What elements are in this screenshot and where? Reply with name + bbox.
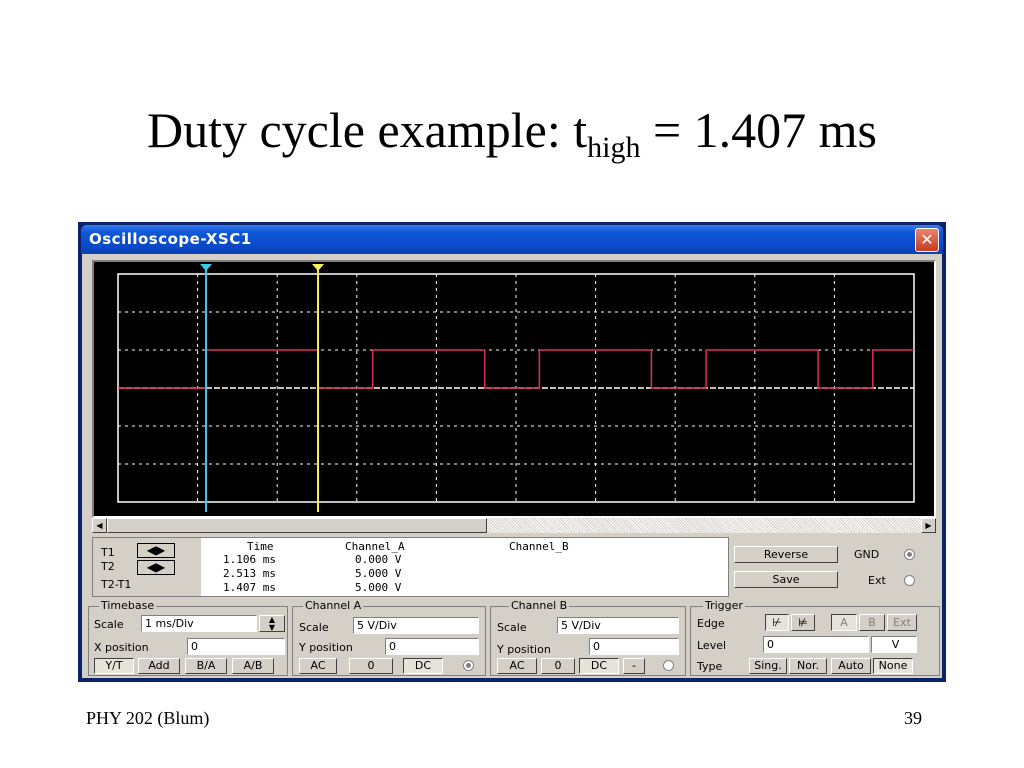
cursor-readout: T1 ◀▶ T2 ◀▶ T2-T1 Time Channel_A Channel… <box>92 537 729 597</box>
type-normal-button[interactable]: Nor. <box>789 658 827 674</box>
window-client: ◀ ▶ T1 ◀▶ T2 ◀▶ T2-T1 Time Channel_A Cha… <box>82 254 942 678</box>
channel-a-scale-field[interactable]: 5 V/Div <box>353 617 479 634</box>
channel-b-ac-button[interactable]: AC <box>497 658 537 674</box>
timebase-scale-field[interactable]: 1 ms/Div <box>141 615 257 632</box>
timebase-title: Timebase <box>99 599 157 612</box>
add-button[interactable]: Add <box>138 658 180 674</box>
gnd-radio[interactable] <box>904 549 915 560</box>
type-auto-button[interactable]: Auto <box>831 658 871 674</box>
timebase-scale-spinner[interactable]: ▲ ▼ <box>259 615 285 632</box>
trigger-source-a-button[interactable]: A <box>831 614 857 631</box>
channel-b-group: Channel B Scale 5 V/Div Y position 0 AC … <box>490 599 686 676</box>
trigger-source-ext-button[interactable]: Ext <box>887 614 917 631</box>
t2-arrows-button[interactable]: ◀▶ <box>137 560 175 575</box>
x-position-field[interactable]: 0 <box>187 638 285 655</box>
channel-b-scale-label: Scale <box>497 621 527 634</box>
window-title: Oscilloscope-XSC1 <box>89 230 252 248</box>
channel-a-ypos-label: Y position <box>299 641 353 654</box>
diff-time: 1.407 ms <box>223 581 276 594</box>
cursor-controls: T1 ◀▶ T2 ◀▶ T2-T1 <box>93 538 201 596</box>
edge-label: Edge <box>697 617 725 630</box>
cursor-t1-marker <box>200 264 213 271</box>
diff-channel-a: 5.000 V <box>355 581 402 594</box>
channel-a-zero-button[interactable]: 0 <box>349 658 393 674</box>
t2-t1-label: T2-T1 <box>101 578 132 591</box>
level-label: Level <box>697 639 727 652</box>
gnd-label: GND <box>854 548 880 561</box>
channel-b-radio[interactable] <box>663 660 674 671</box>
t1-label: T1 <box>101 546 115 559</box>
footer-course: PHY 202 (Blum) <box>86 708 210 728</box>
channel-b-dc-button[interactable]: DC <box>579 658 619 674</box>
channel-b-ypos-label: Y position <box>497 643 551 656</box>
yt-button[interactable]: Y/T <box>94 658 134 674</box>
ext-radio[interactable] <box>904 575 915 586</box>
channel-b-scale-field[interactable]: 5 V/Div <box>557 617 679 634</box>
type-label: Type <box>697 660 723 673</box>
channel-a-trace <box>118 349 914 389</box>
header-time: Time <box>247 540 274 553</box>
scroll-thumb[interactable] <box>107 518 487 533</box>
t1-time: 1.106 ms <box>223 553 276 566</box>
channel-a-ac-button[interactable]: AC <box>299 658 337 674</box>
header-channel-b: Channel_B <box>509 540 569 553</box>
ab-button[interactable]: A/B <box>232 658 274 674</box>
channel-b-title: Channel B <box>509 599 570 612</box>
oscilloscope-window: Oscilloscope-XSC1 ✕ ◀ ▶ T1 ◀▶ T2 ◀▶ T2-T… <box>78 222 946 682</box>
rising-edge-button[interactable]: ⊬ <box>765 614 789 631</box>
x-position-label: X position <box>94 641 149 654</box>
trigger-title: Trigger <box>703 599 745 612</box>
timebase-group: Timebase Scale 1 ms/Div ▲ ▼ X position 0 … <box>88 599 288 676</box>
channel-b-zero-button[interactable]: 0 <box>541 658 575 674</box>
channel-a-ypos-field[interactable]: 0 <box>385 638 479 655</box>
channel-a-group: Channel A Scale 5 V/Div Y position 0 AC … <box>292 599 486 676</box>
channel-a-scale-label: Scale <box>299 621 329 634</box>
t2-time: 2.513 ms <box>223 567 276 580</box>
ext-label: Ext <box>868 574 886 587</box>
reverse-button[interactable]: Reverse <box>734 546 838 563</box>
type-none-button[interactable]: None <box>873 658 913 674</box>
ba-button[interactable]: B/A <box>185 658 227 674</box>
save-button[interactable]: Save <box>734 571 838 588</box>
close-icon: ✕ <box>920 230 934 249</box>
trigger-group: Trigger Edge ⊬ ⊭ A B Ext Level 0 V Type … <box>690 599 940 676</box>
channel-b-ypos-field[interactable]: 0 <box>589 638 679 655</box>
type-single-button[interactable]: Sing. <box>749 658 787 674</box>
channel-a-radio[interactable] <box>463 660 474 671</box>
t1-channel-a: 0.000 V <box>355 553 402 566</box>
window-title-bar[interactable]: Oscilloscope-XSC1 ✕ <box>81 225 943 254</box>
channel-a-dc-button[interactable]: DC <box>403 658 443 674</box>
level-unit-field[interactable]: V <box>871 636 917 653</box>
scope-screen <box>92 260 936 518</box>
channel-a-title: Channel A <box>303 599 364 612</box>
level-field[interactable]: 0 <box>763 636 869 653</box>
trigger-source-b-button[interactable]: B <box>859 614 885 631</box>
t2-label: T2 <box>101 560 115 573</box>
channel-b-minus-button[interactable]: - <box>623 658 645 674</box>
footer-page-number: 39 <box>904 708 922 728</box>
falling-edge-button[interactable]: ⊭ <box>791 614 815 631</box>
t1-arrows-button[interactable]: ◀▶ <box>137 543 175 558</box>
cursor-t2-marker <box>312 264 325 271</box>
t2-channel-a: 5.000 V <box>355 567 402 580</box>
slide-title: Duty cycle example: thigh = 1.407 ms <box>146 102 878 164</box>
close-button[interactable]: ✕ <box>915 228 939 252</box>
scroll-left-button[interactable]: ◀ <box>92 518 107 533</box>
timebase-scale-label: Scale <box>94 618 124 631</box>
horizontal-scrollbar[interactable]: ◀ ▶ <box>92 518 936 533</box>
header-channel-a: Channel_A <box>345 540 405 553</box>
scope-display <box>117 264 915 512</box>
scroll-right-button[interactable]: ▶ <box>921 518 936 533</box>
